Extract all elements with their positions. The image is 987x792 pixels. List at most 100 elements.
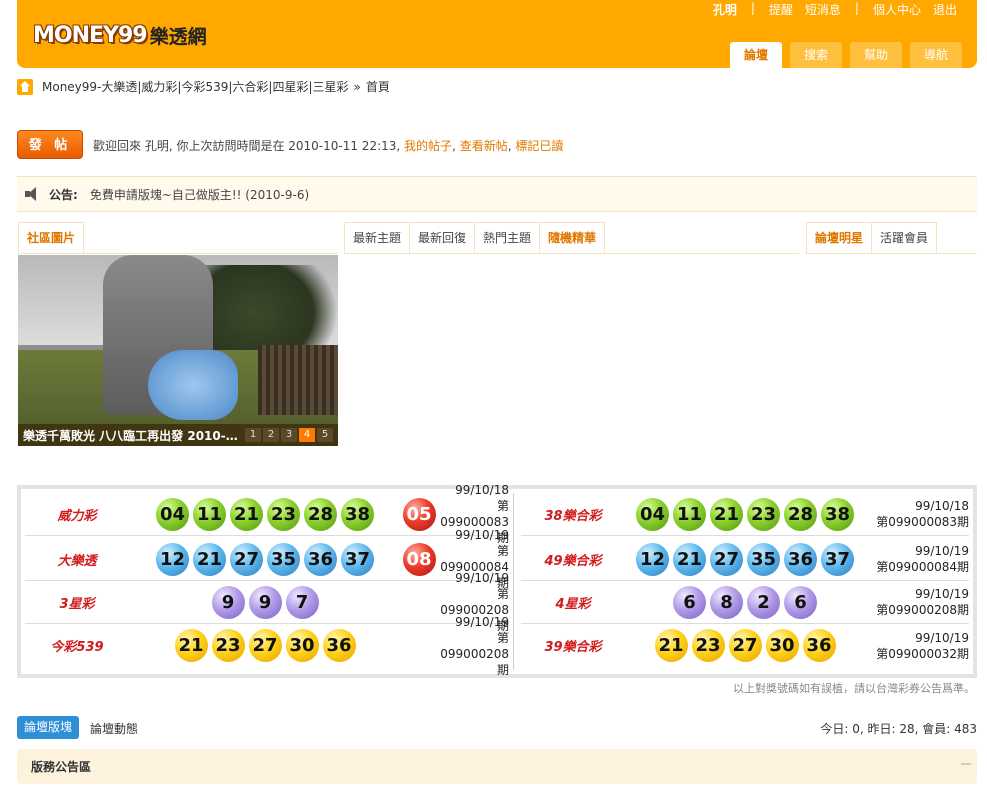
photo-bag <box>148 350 238 420</box>
top-user-nav: 孔明 | 提醒 短消息 | 個人中心 退出 <box>707 1 963 18</box>
number-ball: 23 <box>747 497 780 531</box>
draw-info: 99/10/18 第099000083期 <box>865 498 969 530</box>
slide-page-4[interactable]: 4 <box>299 428 315 442</box>
draw-date: 99/10/19 <box>455 528 509 542</box>
site-logo[interactable]: MONEY99 樂透網 <box>33 20 207 50</box>
nav-tab-help[interactable]: 幫助 <box>850 42 902 68</box>
winning-numbers: 997 <box>129 585 401 619</box>
board-title[interactable]: 版務公告區 <box>31 758 91 775</box>
draw-date: 99/10/18 <box>915 499 969 513</box>
draw-date: 99/10/19 <box>915 544 969 558</box>
special-number-slot: 08 <box>401 542 437 576</box>
photo-slideshow[interactable]: 樂透千萬敗光 八八臨工再出發 2010-10-11 1 2 3 4 5 <box>18 255 338 446</box>
number-ball: 6 <box>784 585 817 619</box>
username-link[interactable]: 孔明 <box>707 1 743 18</box>
breadcrumb-site-link[interactable]: Money99-大樂透|威力彩|今彩539|六合彩|四星彩|三星彩 <box>42 78 349 95</box>
number-ball: 11 <box>193 497 226 531</box>
tab-random-digest[interactable]: 隨機精華 <box>540 222 606 253</box>
special-number-slot: 05 <box>401 497 437 531</box>
slide-page-2[interactable]: 2 <box>263 428 279 442</box>
number-ball: 6 <box>673 585 706 619</box>
new-post-button[interactable]: 發 帖 <box>17 130 83 159</box>
number-ball: 21 <box>710 497 743 531</box>
number-ball: 30 <box>765 629 799 662</box>
number-ball: 9 <box>248 585 282 619</box>
draw-date: 99/10/19 <box>915 587 969 601</box>
winning-numbers: 21 23 27 30 36 <box>129 629 401 662</box>
new-posts-link[interactable]: 查看新帖 <box>460 139 508 153</box>
lottery-game-logo[interactable]: 大樂透 <box>25 550 129 569</box>
site-header: MONEY99 樂透網 孔明 | 提醒 短消息 | 個人中心 退出 論壇 搜索 … <box>17 0 977 68</box>
number-ball: 27 <box>248 629 282 662</box>
number-ball: 2 <box>747 585 780 619</box>
number-ball: 21 <box>230 497 263 531</box>
tab-hot-threads[interactable]: 熱門主題 <box>475 222 541 253</box>
winning-numbers: 04 11 21 23 28 38 <box>129 497 401 531</box>
separator: | <box>750 1 755 15</box>
number-ball: 04 <box>636 497 669 531</box>
draw-period: 第099000208期 <box>440 630 509 677</box>
main-nav: 論壇 搜索 幫助 導航 <box>730 42 962 68</box>
tab-forum-boards[interactable]: 論壇版塊 <box>17 716 79 739</box>
board-header[interactable]: 版務公告區 <box>17 749 977 784</box>
slide-page-3[interactable]: 3 <box>281 428 297 442</box>
logout-link[interactable]: 退出 <box>927 1 963 18</box>
nav-tab-guide[interactable]: 導航 <box>910 42 962 68</box>
lottery-game-logo[interactable]: 3星彩 <box>25 593 129 612</box>
megaphone-icon <box>25 187 41 201</box>
winning-numbers: 6826 <box>625 585 865 619</box>
nav-tab-forum[interactable]: 論壇 <box>730 42 782 68</box>
winning-numbers: 21 23 27 30 36 <box>625 629 865 662</box>
slide-page-5[interactable]: 5 <box>317 428 333 442</box>
number-ball: 28 <box>784 497 817 531</box>
reminder-link[interactable]: 提醒 <box>763 1 799 18</box>
mark-read-link[interactable]: 標記已讀 <box>515 139 563 153</box>
announcement-bar: 公告: 免費申請版塊~自己做版主!! (2010-9-6) <box>17 176 977 212</box>
number-ball: 37 <box>341 542 374 576</box>
draw-period: 第099000084期 <box>876 560 969 574</box>
lottery-game-logo[interactable]: 威力彩 <box>25 505 129 524</box>
lottery-game-logo[interactable]: 39樂合彩 <box>521 636 625 655</box>
lottery-row: 今彩539 21 23 27 30 36 99/10/19 第099000208期 <box>25 615 509 677</box>
number-ball: 37 <box>821 542 854 576</box>
announcement-link[interactable]: 免費申請版塊~自己做版主!! (2010-9-6) <box>90 186 309 203</box>
nav-tab-search[interactable]: 搜索 <box>790 42 842 68</box>
home-icon[interactable] <box>17 78 33 95</box>
messages-link[interactable]: 短消息 <box>799 1 847 18</box>
number-ball: 30 <box>285 629 319 662</box>
number-ball: 12 <box>156 542 189 576</box>
tab-active-members[interactable]: 活躍會員 <box>872 222 938 253</box>
slide-caption[interactable]: 樂透千萬敗光 八八臨工再出發 2010-10-11 <box>23 427 239 444</box>
tab-forum-stars[interactable]: 論壇明星 <box>806 222 873 253</box>
profile-link[interactable]: 個人中心 <box>867 1 927 18</box>
draw-info: 99/10/19 第099000084期 <box>865 543 969 575</box>
lottery-game-logo[interactable]: 今彩539 <box>25 636 129 655</box>
special-number-ball: 05 <box>402 497 436 531</box>
number-ball: 28 <box>304 497 337 531</box>
tab-latest-replies[interactable]: 最新回復 <box>410 222 476 253</box>
lottery-game-logo[interactable]: 38樂合彩 <box>521 505 625 524</box>
tab-latest-threads[interactable]: 最新主題 <box>344 222 411 253</box>
draw-info: 99/10/19 第099000208期 <box>437 614 509 678</box>
number-ball: 21 <box>174 629 208 662</box>
breadcrumb-sep: » <box>353 79 361 94</box>
draw-info: 99/10/19 第099000032期 <box>865 630 969 662</box>
tab-community-photos[interactable]: 社區圖片 <box>18 222 85 253</box>
slide-page-1[interactable]: 1 <box>245 428 261 442</box>
collapse-icon[interactable] <box>961 763 971 765</box>
lottery-results: 威力彩 04 11 21 23 28 38 05 99/10/18 第099000083期 大樂透 1… <box>17 483 977 678</box>
my-posts-link[interactable]: 我的帖子 <box>404 139 452 153</box>
lottery-game-logo[interactable]: 4星彩 <box>521 593 625 612</box>
thread-tabs: 最新主題 最新回復 熱門主題 隨機精華 <box>344 222 799 254</box>
number-ball: 38 <box>341 497 374 531</box>
number-ball: 12 <box>636 542 669 576</box>
photo-fence <box>258 345 338 415</box>
separator: | <box>854 1 859 15</box>
lottery-disclaimer: 以上對獎號碼如有誤植，請以台灣彩券公告爲準。 <box>733 682 975 695</box>
tab-forum-activity[interactable]: 論壇動態 <box>90 720 138 737</box>
lottery-game-logo[interactable]: 49樂合彩 <box>521 550 625 569</box>
number-ball: 11 <box>673 497 706 531</box>
number-ball: 23 <box>211 629 245 662</box>
breadcrumb: Money99-大樂透|威力彩|今彩539|六合彩|四星彩|三星彩 » 首頁 <box>17 78 390 95</box>
number-ball: 8 <box>710 585 743 619</box>
